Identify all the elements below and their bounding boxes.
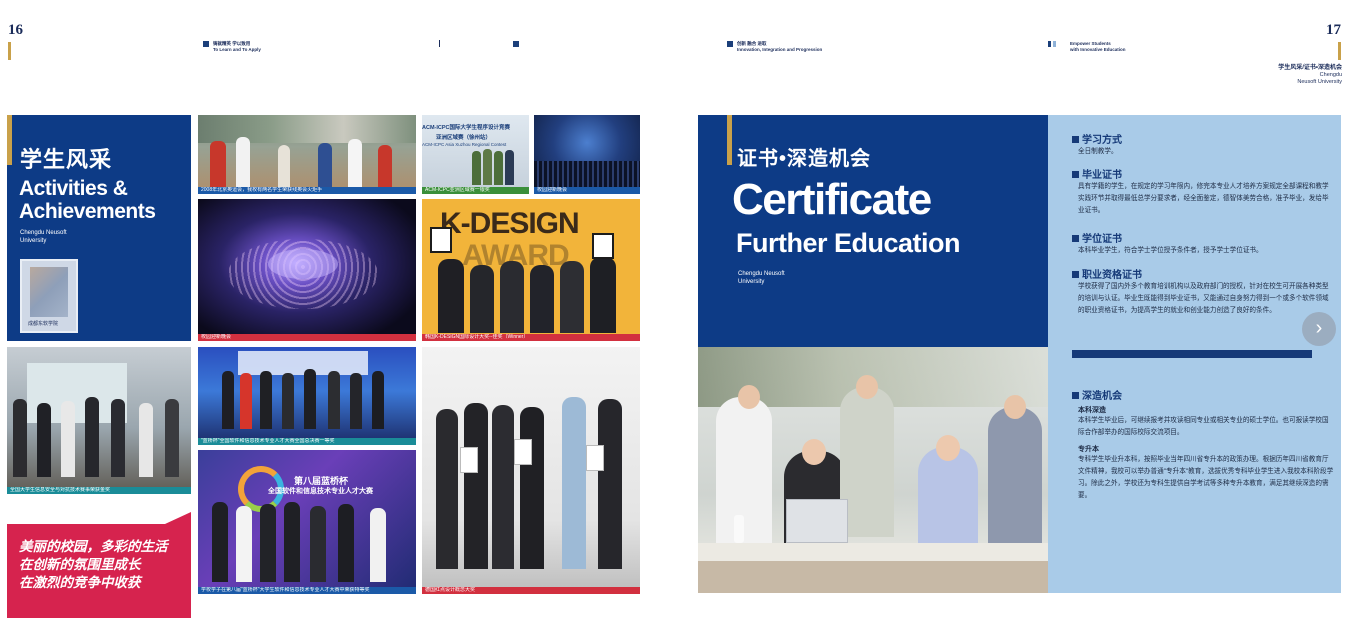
section-graduation-certificate: 毕业证书 具有学籍的学生，在规定的学习年限内，修完本专业人才培养方案规定全部课程…: [1072, 166, 1332, 217]
section-heading: 职业资格证书: [1072, 266, 1334, 281]
subsection-body: 本科学生毕业后，可继续报考并攻读相同专业或相关专业的硕士学位。也可报读学校国际合…: [1078, 417, 1329, 436]
section-body: 学校获得了国内外多个教育培训机构以及政府部门的授权，针对在校生可开展各种类型的培…: [1078, 283, 1329, 314]
photo-caption: 德国红点设计概念大奖: [422, 587, 640, 594]
photo-caption: 学校学子在第八届"蓝桥杯"大学生软件和信息技术专业人才大赛中荣获特等奖: [198, 587, 416, 594]
right-gold-marker: [1338, 42, 1341, 60]
info-panel: 学习方式 全日制教学。 毕业证书 具有学籍的学生，在规定的学习年限内，修完本专业…: [1048, 115, 1341, 593]
left-header-square: [203, 41, 209, 47]
panel-school: Chengdu Neusoft University: [738, 271, 785, 285]
right-page-number: 17: [1326, 22, 1341, 38]
photo-welcome-party-small: 校园迎新晚会: [534, 115, 640, 194]
photo-caption: 韩国K-DESIGN国际设计大奖--佳奖（Winner）: [422, 334, 640, 341]
header-divider: [439, 40, 440, 47]
panel-title-cn: 证书•深造机会: [737, 148, 872, 170]
panel-gold-bar: [727, 115, 732, 165]
activities-panel: 学生风采 Activities & Achievements Chengdu N…: [7, 115, 191, 341]
subsection-body: 专科学生毕业升本科，按照毕业当年四川省专升本的政策办理。根据历年四川省教育厅文件…: [1078, 456, 1334, 499]
section-heading: 学习方式: [1072, 131, 1332, 146]
panel-title-en-2: Achievements: [19, 200, 156, 223]
section-heading: 毕业证书: [1072, 166, 1332, 181]
photo-welcome-party-concert: 校园迎新晚会: [198, 199, 416, 341]
left-page-number: 16: [8, 22, 23, 38]
panel-title-en-2: Further Education: [736, 228, 961, 258]
right-header-mark-light: [1053, 41, 1056, 47]
section-vocational-certificate: 职业资格证书 学校获得了国内外多个教育培训机构以及政府部门的授权，针对在校生可开…: [1072, 266, 1334, 317]
slogan-line-2: 在创新的氛围里成长: [19, 557, 141, 572]
photo-caption: "蓝桥杯"全国软件和信息技术专业人才大赛全国总决赛一等奖: [198, 438, 416, 445]
right-header-right: Empower Students with Innovative Educatio…: [1070, 41, 1126, 52]
section-heading: 学位证书: [1072, 230, 1332, 245]
left-gold-marker: [8, 42, 11, 60]
right-header-square: [727, 41, 733, 47]
subsection-heading: 本科深造: [1078, 407, 1106, 414]
right-section-label: 学生风采/证书•深造机会 Chengdu Neusoft University: [1278, 65, 1342, 85]
photo-caption: 校园迎新晚会: [534, 187, 640, 194]
panel-gold-bar: [7, 115, 12, 165]
banner-notch: [165, 512, 191, 524]
panel-title-en-1: Activities &: [19, 177, 128, 200]
photo-caption: ACM-ICPC亚洲区域赛一银奖: [422, 187, 529, 194]
school-badge-image: 成都东软学院: [20, 259, 78, 333]
header-square: [513, 41, 519, 47]
subsection-heading: 专升本: [1078, 446, 1099, 453]
slogan-banner: 美丽的校园，多彩的生活 在创新的氛围里成长 在激烈的竞争中收获: [7, 524, 191, 618]
section-degree-certificate: 学位证书 本科毕业学生，符合学士学位授予条件者，授予学士学位证书。: [1072, 230, 1332, 257]
photo-lanqiao-eighth: 第八届蓝桥杯 全国软件和信息技术专业人才大赛 学校学子在第八届"蓝桥杯"大学生软…: [198, 450, 416, 594]
section-heading: 深造机会: [1072, 387, 1334, 402]
photo-security-award: 全国大学生信息安全与对抗技术赛事荣获金奖: [7, 347, 191, 494]
section-body: 全日制教学。: [1078, 148, 1118, 155]
panel-school: Chengdu Neusoft University: [20, 230, 67, 244]
photo-acm-icpc: ACM-ICPC国际大学生程序设计竞赛 亚洲区域赛（徐州站） ACM-ICPC …: [422, 115, 529, 194]
right-header-mark: [1048, 41, 1051, 47]
section-body: 本科毕业学生，符合学士学位授予条件者，授予学士学位证书。: [1078, 247, 1263, 254]
slogan-line-1: 美丽的校园，多彩的生活: [19, 539, 168, 554]
photo-students-studying: [698, 347, 1048, 593]
panel-title-cn: 学生风采: [20, 147, 113, 172]
photo-lanqiao-national: "蓝桥杯"全国软件和信息技术专业人才大赛全国总决赛一等奖: [198, 347, 416, 445]
section-study-mode: 学习方式 全日制教学。: [1072, 131, 1332, 158]
photo-olympic-torch: 2008年北京奥运会，我校有两名学生荣获残奥会火炬手: [198, 115, 416, 194]
photo-caption: 2008年北京奥运会，我校有两名学生荣获残奥会火炬手: [198, 187, 416, 194]
left-header-text: 铸就精英 学以致用 To Learn and To Apply: [213, 41, 261, 52]
photo-red-dot-award: 德国红点设计概念大奖: [422, 347, 640, 594]
photo-k-design-award: K-DESIGN AWARD 韩国K-DESIGN国际设计大奖--佳奖（Winn…: [422, 199, 640, 341]
certificate-panel: 证书•深造机会 Certificate Further Education Ch…: [698, 115, 1048, 347]
next-page-button[interactable]: ›: [1302, 312, 1336, 346]
slogan-line-3: 在激烈的竞争中收获: [19, 575, 141, 590]
photo-caption: 全国大学生信息安全与对抗技术赛事荣获金奖: [7, 487, 191, 494]
section-divider: [1072, 350, 1312, 358]
section-further-education: 深造机会 本科深造 本科学生毕业后，可继续报考并攻读相同专业或相关专业的硕士学位…: [1072, 387, 1334, 502]
section-body: 具有学籍的学生，在规定的学习年限内，修完本专业人才培养方案规定全部课程和教学实践…: [1078, 183, 1329, 214]
right-header-middle: 创新 融合 进取 Innovation, Integration and Prog…: [737, 41, 823, 52]
panel-title-en-1: Certificate: [732, 175, 932, 224]
photo-caption: 校园迎新晚会: [198, 334, 416, 341]
